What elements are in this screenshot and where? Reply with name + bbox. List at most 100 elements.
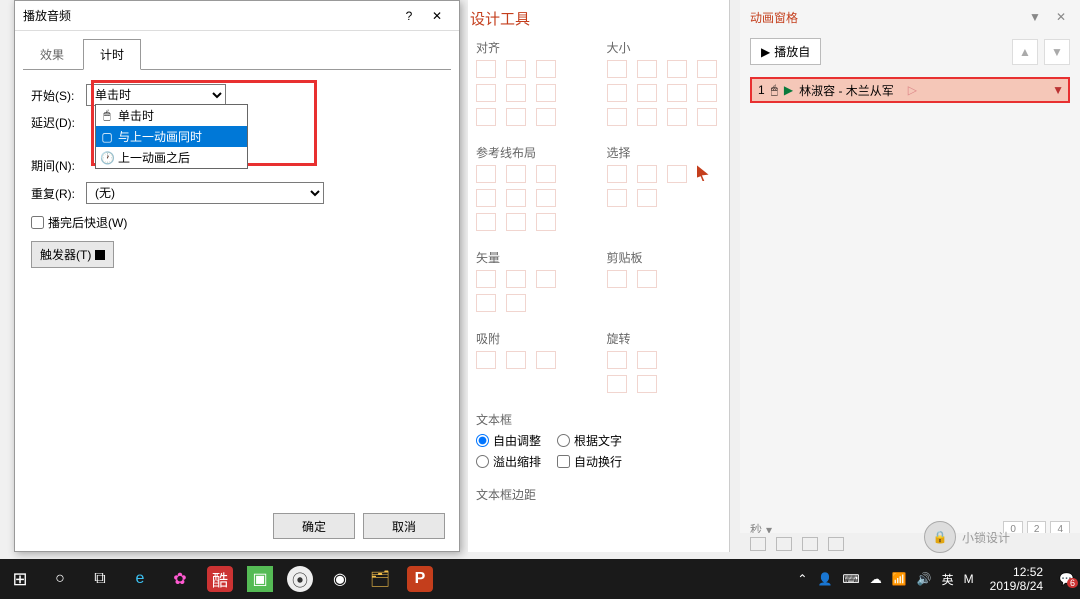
dialog-title: 播放音频 [23,7,395,24]
watermark-text: 小锁设计 [962,529,1010,546]
volume-icon[interactable]: 🔊 [917,572,932,586]
play-audio-dialog: 播放音频 ? ✕ 效果 计时 开始(S): 单击时 延迟(D): 期间(N): … [14,0,460,552]
clock[interactable]: 12:52 2019/8/24 [984,565,1049,594]
repeat-select[interactable]: (无) [86,182,324,204]
rewind-label: 播完后快退(W) [48,214,127,231]
snap-section: 吸附 [476,330,591,347]
play-row: ▶播放自 ▲ ▼ [740,34,1080,69]
clipboard-section: 剪贴板 [607,249,722,266]
vector-icons[interactable] [476,270,591,288]
snap-icons[interactable] [476,351,591,369]
bytext-radio[interactable] [557,434,570,447]
status-bar [740,533,1080,555]
start-dropdown: 🖱单击时 ▢与上一动画同时 🕐上一动画之后 [95,104,248,169]
align-section: 对齐 [476,39,591,56]
tools-title: 设计工具 [468,0,729,33]
app-icon-2[interactable]: 酷 [207,566,233,592]
watermark: 🔒 小锁设计 [924,521,1010,553]
view-sorter-icon[interactable] [776,537,792,551]
anim-pane-header: 动画窗格 ▼ ✕ [740,0,1080,34]
people-icon[interactable]: 👤 [817,572,832,586]
tray-up-icon[interactable]: ⌃ [797,572,807,586]
explorer-icon[interactable]: 🗂 [360,559,400,599]
view-slideshow-icon[interactable] [828,537,844,551]
anim-item-label: 林淑容 - 木兰从军 [799,82,894,99]
timing-form: 开始(S): 单击时 延迟(D): 期间(N): 重复(R): (无) 播完后快… [15,70,459,282]
dialog-titlebar: 播放音频 ? ✕ [15,1,459,31]
system-tray: ⌃ 👤 ⌨ ☁ 📶 🔊 英 M 12:52 2019/8/24 💬6 [797,565,1080,594]
rewind-checkbox[interactable] [31,216,44,229]
ie-icon[interactable]: e [120,559,160,599]
tab-timing[interactable]: 计时 [83,39,141,70]
start-select[interactable]: 单击时 [86,84,226,106]
bytext-label: 根据文字 [574,432,622,449]
anim-pane-title: 动画窗格 [750,9,798,26]
onedrive-icon[interactable]: ☁ [870,572,882,586]
anim-seq: 1 [758,83,765,97]
delay-label: 延迟(D): [31,114,86,131]
close-button[interactable]: ✕ [423,5,451,27]
mouse-icon: 🖱 [100,108,114,123]
play-marker-icon: ▷ [908,83,917,97]
rotate-icons[interactable] [607,351,722,369]
move-up-button[interactable]: ▲ [1012,39,1038,65]
guides-section: 参考线布局 [476,144,591,161]
wrap-checkbox[interactable] [557,455,570,468]
select-icons[interactable] [607,165,722,183]
trigger-button[interactable]: 触发器(T) [31,241,114,268]
play-from-button[interactable]: ▶播放自 [750,38,821,65]
size-icons[interactable] [607,60,722,78]
start-label: 开始(S): [31,87,86,104]
duration-label: 期间(N): [31,157,86,174]
margin-section: 文本框边距 [476,486,721,503]
chrome-icon[interactable]: ◉ [320,559,360,599]
option-on-click[interactable]: 🖱单击时 [96,105,247,126]
select-section: 选择 [607,144,722,161]
size-section: 大小 [607,39,722,56]
free-radio[interactable] [476,434,489,447]
wrap-label: 自动换行 [574,453,622,470]
taskbar: ⊞ ○ ⧉ e ✿ 酷 ▣ ⦿ ◉ 🗂 P ⌃ 👤 ⌨ ☁ 📶 🔊 英 M 12… [0,559,1080,599]
app-icon-4[interactable]: ⦿ [287,566,313,592]
repeat-label: 重复(R): [31,185,86,202]
keyboard-icon[interactable]: ⌨ [842,572,859,586]
option-after-previous[interactable]: 🕐上一动画之后 [96,147,247,168]
option-with-previous[interactable]: ▢与上一动画同时 [96,126,247,147]
app-icon-3[interactable]: ▣ [247,566,273,592]
watermark-avatar: 🔒 [924,521,956,553]
design-tools-panel: 设计工具 对齐 大小 参考线布局 选择 矢量 [468,0,730,552]
help-button[interactable]: ? [395,5,423,27]
move-down-button[interactable]: ▼ [1044,39,1070,65]
cortana-icon[interactable]: ○ [40,559,80,599]
view-normal-icon[interactable] [750,537,766,551]
view-reading-icon[interactable] [802,537,818,551]
network-icon[interactable]: 📶 [892,572,907,586]
play-icon: ▶ [784,83,793,97]
ok-button[interactable]: 确定 [273,513,355,539]
clipboard-icons[interactable] [607,270,722,288]
powerpoint-icon[interactable]: P [407,566,433,592]
free-label: 自由调整 [493,432,541,449]
ime-mode[interactable]: M [964,572,974,586]
pane-close-icon[interactable]: ✕ [1052,8,1070,26]
taskview-icon[interactable]: ⧉ [80,559,120,599]
anim-item-dropdown-icon[interactable]: ▼ [1052,83,1064,97]
play-icon: ▶ [761,45,770,59]
overflow-radio[interactable] [476,455,489,468]
cancel-button[interactable]: 取消 [363,513,445,539]
dialog-buttons: 确定 取消 [273,513,445,539]
tab-effect[interactable]: 效果 [23,39,81,70]
start-button[interactable]: ⊞ [0,559,40,599]
pane-dropdown-icon[interactable]: ▼ [1026,8,1044,26]
mouse-icon: 🖱 [771,83,778,98]
app-icon-1[interactable]: ✿ [160,559,200,599]
align-icons[interactable] [476,60,591,78]
ime-lang[interactable]: 英 [942,571,954,588]
cursor-icon[interactable] [697,165,709,181]
rotate-section: 旋转 [607,330,722,347]
animation-pane: 动画窗格 ▼ ✕ ▶播放自 ▲ ▼ 1 🖱 ▶ 林淑容 - 木兰从军 ▷ ▼ 秒… [740,0,1080,552]
animation-item[interactable]: 1 🖱 ▶ 林淑容 - 木兰从军 ▷ ▼ [750,77,1070,103]
guides-icons[interactable] [476,165,591,183]
vector-section: 矢量 [476,249,591,266]
notifications-icon[interactable]: 💬6 [1059,572,1074,586]
